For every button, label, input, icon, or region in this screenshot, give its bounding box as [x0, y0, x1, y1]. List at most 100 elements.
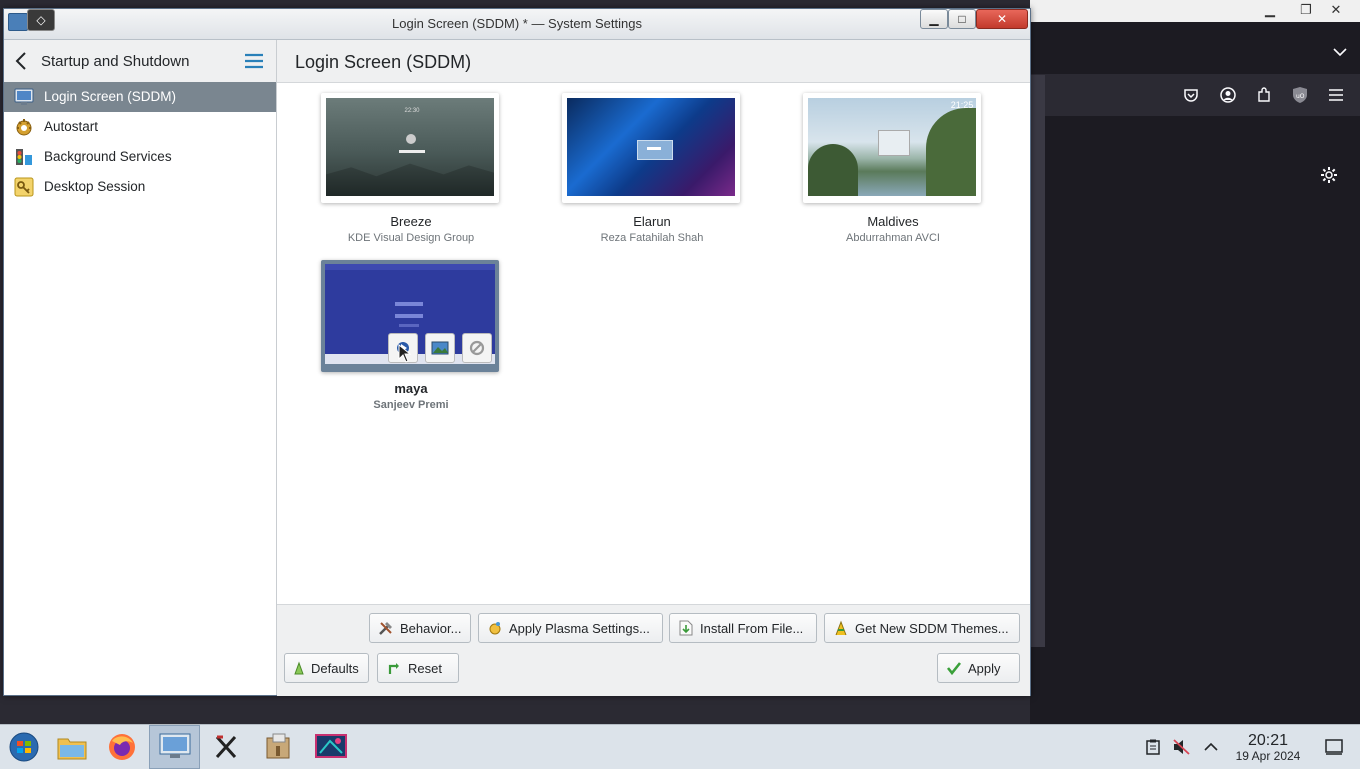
theme-name: maya	[394, 381, 428, 396]
key-icon	[14, 177, 34, 197]
theme-card-elarun[interactable]: Elarun Reza Fatahilah Shah	[542, 93, 742, 253]
image-icon	[431, 341, 449, 355]
ublock-origin-icon[interactable]: uO	[1289, 84, 1311, 106]
volume-muted-icon[interactable]	[1172, 737, 1192, 757]
clipboard-icon[interactable]	[1143, 737, 1163, 757]
install-from-file-button[interactable]: Install From File...	[669, 613, 817, 643]
maldives-preview-image: 21:25	[808, 98, 976, 196]
breeze-preview-image: 22:30	[326, 98, 494, 196]
behavior-label: Behavior...	[400, 620, 462, 636]
apply-plasma-settings-label: Apply Plasma Settings...	[509, 620, 650, 636]
taskbar: 20:21 19 Apr 2024	[0, 724, 1360, 769]
taskbar-firefox[interactable]	[98, 725, 146, 769]
mouse-pointer-icon	[398, 343, 412, 364]
sidebar-title: Startup and Shutdown	[41, 53, 190, 70]
start-menu-button[interactable]	[0, 725, 48, 769]
system-tray-expand-icon[interactable]	[1201, 737, 1221, 757]
minimize-button[interactable]: ▁	[920, 9, 948, 29]
firefox-scrollbar[interactable]	[1030, 75, 1045, 647]
remove-theme-button[interactable]	[462, 333, 492, 363]
firefox-toolbar: uO	[1030, 74, 1360, 184]
get-new-sddm-themes-label: Get New SDDM Themes...	[855, 620, 1009, 636]
menu-hamburger-icon[interactable]	[1325, 84, 1347, 106]
clock-time[interactable]: 20:21	[1236, 732, 1300, 750]
theme-author: Abdurrahman AVCI	[846, 232, 940, 244]
apply-plasma-settings-button[interactable]: Apply Plasma Settings...	[478, 613, 663, 643]
theme-name: Breeze	[390, 214, 432, 229]
sidebar: Startup and Shutdown Login Screen (SDDM)…	[4, 40, 277, 695]
sidebar-item-label: Desktop Session	[44, 179, 146, 194]
sidebar-item-label: Background Services	[44, 149, 172, 164]
svg-text:uO: uO	[1296, 93, 1305, 100]
monitor-icon	[14, 87, 34, 107]
window-controls: ▁ □ ✕	[920, 9, 1028, 29]
archive-icon	[266, 733, 290, 759]
firefox-close-button[interactable]: ✕	[1316, 1, 1356, 19]
theme-name: Maldives	[867, 214, 919, 229]
hamburger-menu-icon[interactable]	[244, 53, 266, 71]
system-settings-icon	[159, 733, 190, 758]
extensions-icon[interactable]	[1253, 84, 1275, 106]
sidebar-item-label: Login Screen (SDDM)	[44, 89, 177, 104]
tools-icon	[378, 620, 394, 636]
taskbar-archive[interactable]	[254, 725, 302, 769]
theme-card-maya[interactable]: maya Sanjeev Premi	[301, 260, 501, 420]
taskbar-file-manager[interactable]	[48, 725, 96, 769]
defaults-label: Defaults	[311, 660, 359, 676]
account-icon[interactable]	[1217, 84, 1239, 106]
document-install-icon	[678, 620, 694, 636]
change-background-button[interactable]	[425, 333, 455, 363]
theme-author: Sanjeev Premi	[373, 399, 449, 411]
reset-button[interactable]: Reset	[377, 653, 459, 683]
breeze-preview-time: 22:30	[404, 108, 420, 114]
pocket-icon[interactable]	[1180, 84, 1202, 106]
firefox-minimize-button[interactable]: ▁	[1252, 1, 1288, 19]
list-all-tabs-icon[interactable]	[1329, 41, 1351, 63]
maximize-button[interactable]: □	[948, 9, 976, 29]
theme-card-maldives[interactable]: 21:25 Maldives Abdurrahman AVCI	[783, 93, 983, 253]
close-button[interactable]: ✕	[976, 9, 1028, 29]
get-new-sddm-themes-button[interactable]: Get New SDDM Themes...	[824, 613, 1020, 643]
firefox-window: ▁ ❐ ✕ uO	[1030, 0, 1360, 724]
bottom-toolbar: Behavior... Apply Plasma Settings... Ins…	[277, 604, 1030, 696]
apply-label: Apply	[968, 660, 1001, 676]
sidebar-item-desktop-session[interactable]: Desktop Session	[4, 172, 276, 202]
taskbar-kde-app[interactable]	[305, 725, 356, 769]
sidebar-item-login-screen[interactable]: Login Screen (SDDM)	[4, 82, 276, 112]
back-arrow-icon[interactable]	[14, 51, 32, 71]
gear-cog-icon	[14, 117, 34, 137]
theme-name: Elarun	[633, 214, 671, 229]
theme-card-breeze[interactable]: 22:30 Breeze KDE Visual Design Group	[301, 93, 501, 253]
sidebar-item-label: Autostart	[44, 119, 99, 134]
main-header: Login Screen (SDDM)	[277, 40, 1030, 83]
behavior-button[interactable]: Behavior...	[369, 613, 471, 643]
theme-author: KDE Visual Design Group	[347, 232, 475, 244]
get-hot-new-stuff-icon	[833, 620, 849, 636]
install-from-file-label: Install From File...	[700, 620, 804, 636]
firefox-tabbar	[1030, 22, 1360, 74]
services-icon	[14, 147, 34, 167]
maldives-preview-time: 21:25	[950, 100, 974, 110]
page-title: Login Screen (SDDM)	[295, 52, 472, 72]
sidebar-item-autostart[interactable]: Autostart	[4, 112, 276, 142]
sidebar-header: Startup and Shutdown	[4, 40, 276, 83]
clock-date[interactable]: 19 Apr 2024	[1226, 749, 1310, 763]
theme-preview: 22:30	[321, 93, 499, 203]
defaults-button[interactable]: Defaults	[284, 653, 369, 683]
show-desktop-icon[interactable]	[1324, 737, 1344, 757]
apply-button[interactable]: Apply	[937, 653, 1020, 683]
theme-preview	[562, 93, 740, 203]
firefox-content	[1030, 116, 1360, 724]
firefox-titlebar: ▁ ❐ ✕	[1030, 0, 1360, 23]
taskbar-x-app[interactable]	[202, 725, 250, 769]
window-titlebar[interactable]: ◇ Login Screen (SDDM) * — System Setting…	[4, 9, 1030, 40]
settings-gear-icon[interactable]	[1318, 164, 1340, 186]
kde-app-icon	[314, 734, 347, 758]
main-panel: Login Screen (SDDM) 22:30 Breeze KDE Vis…	[277, 40, 1030, 696]
system-settings-window: ◇ Login Screen (SDDM) * — System Setting…	[3, 8, 1031, 696]
elarun-preview-image	[567, 98, 735, 196]
plasma-hand-icon	[487, 620, 503, 636]
taskbar-system-settings[interactable]	[149, 725, 200, 769]
sidebar-item-background-services[interactable]: Background Services	[4, 142, 276, 172]
disabled-icon	[469, 340, 485, 356]
